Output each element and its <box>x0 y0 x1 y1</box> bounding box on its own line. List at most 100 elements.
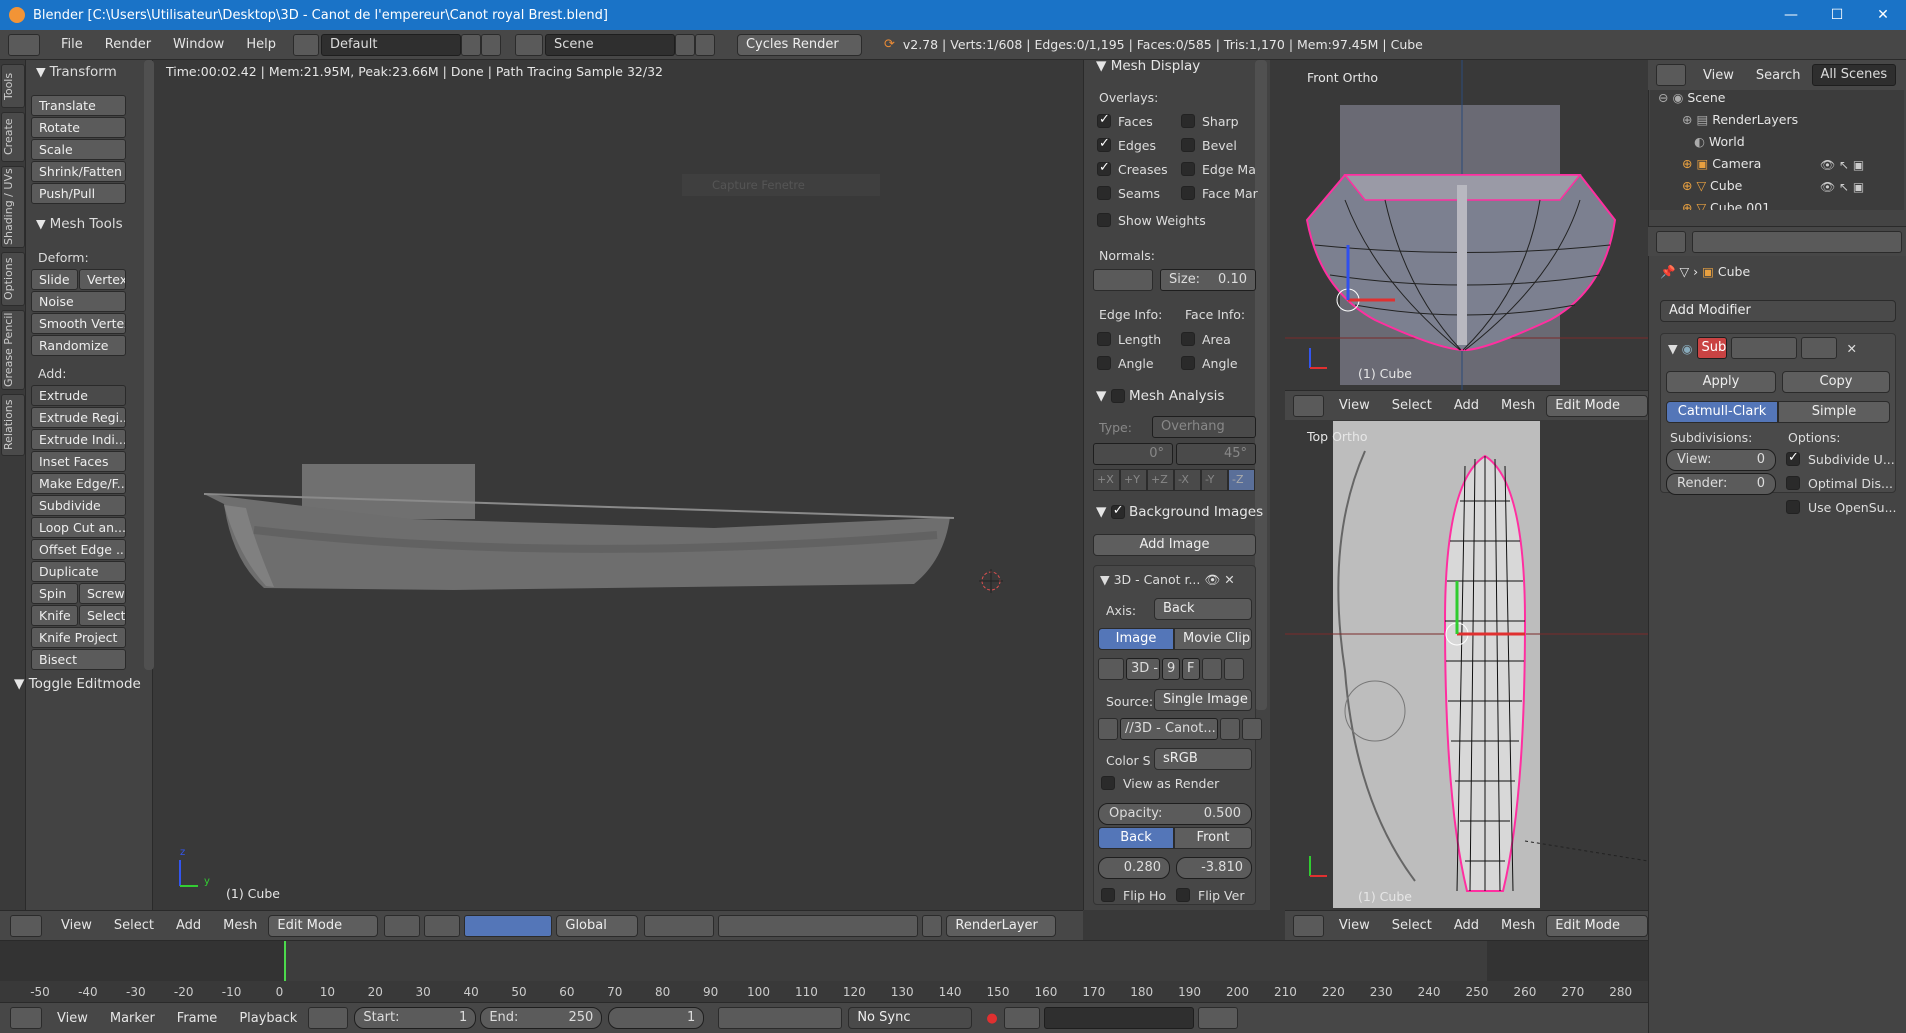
subdivide-button[interactable]: Subdivide <box>31 495 126 516</box>
front-ortho-viewport[interactable]: Front Ortho (1) Cube <box>1285 60 1648 390</box>
seams-checkbox[interactable] <box>1097 186 1111 200</box>
vertex-button[interactable]: Vertex <box>79 269 126 290</box>
image-browse-icon[interactable] <box>1098 658 1124 680</box>
add-scene-icon[interactable] <box>674 33 695 56</box>
layers-icon[interactable] <box>922 914 943 937</box>
timeline-menu-playback[interactable]: Playback <box>228 1011 308 1026</box>
shrink-fatten-button[interactable]: Shrink/Fatten <box>31 161 126 182</box>
add-image-button[interactable]: Add Image <box>1093 534 1256 556</box>
loop-cut-button[interactable]: Loop Cut an... <box>31 517 126 538</box>
source-select[interactable]: Single Image <box>1154 689 1252 711</box>
add-modifier-select[interactable]: Add Modifier <box>1660 300 1896 322</box>
top-menu-view[interactable]: View <box>1328 918 1381 933</box>
main-3d-viewport[interactable]: Time:00:02.42 | Mem:21.95M, Peak:23.66M … <box>154 60 1082 910</box>
minimize-icon[interactable]: — <box>1768 0 1814 30</box>
cube-visibility-icons[interactable]: 👁 ↖ ▣ <box>1820 180 1864 194</box>
end-frame-field[interactable]: End: 250 <box>480 1007 603 1029</box>
face-angle-checkbox[interactable] <box>1181 356 1195 370</box>
sync-select[interactable]: No Sync <box>848 1007 973 1029</box>
analysis-type-select[interactable]: Overhang <box>1152 416 1256 438</box>
top-editor-icon[interactable] <box>1293 914 1324 937</box>
menu-view[interactable]: View <box>50 918 103 933</box>
knife-project-button[interactable]: Knife Project <box>31 627 126 648</box>
mesh-display-head[interactable]: ▼ Mesh Display <box>1096 58 1200 74</box>
manipulator-icons[interactable] <box>464 914 553 937</box>
make-edge-face-button[interactable]: Make Edge/F... <box>31 473 126 494</box>
menu-render[interactable]: Render <box>94 37 162 52</box>
top-ortho-viewport[interactable]: Top Ortho (1) Cube <box>1285 421 1648 910</box>
range-lock-icons[interactable] <box>308 1007 349 1029</box>
folder-icon[interactable] <box>1220 718 1240 740</box>
offset-x-field[interactable]: 0.280 <box>1098 857 1170 879</box>
record-icon[interactable]: ● <box>986 1011 997 1026</box>
menu-select[interactable]: Select <box>103 918 165 933</box>
front-menu-mesh[interactable]: Mesh <box>1490 398 1546 413</box>
menu-window[interactable]: Window <box>162 37 235 52</box>
timeline[interactable]: -50 -40 -30 -20 -10 0 10 20 30 40 50 60 70 80 90 100 110… <box>0 940 1648 1002</box>
bevel-checkbox[interactable] <box>1181 138 1195 152</box>
extrude-individual-button[interactable]: Extrude Indi... <box>31 429 126 450</box>
copy-button[interactable]: Copy <box>1782 371 1890 393</box>
face-marks-checkbox[interactable] <box>1181 186 1195 200</box>
layout-field[interactable]: Default <box>320 33 461 56</box>
image-unlink-icon[interactable] <box>1224 658 1244 680</box>
outliner-display-select[interactable]: All Scenes <box>1811 64 1896 86</box>
pivot-icon[interactable] <box>424 914 461 937</box>
image-fake-user-field[interactable]: F <box>1182 658 1200 680</box>
current-frame-marker[interactable] <box>284 941 286 981</box>
tab-grease-pencil[interactable]: Grease Pencil <box>1 310 25 390</box>
top-menu-select[interactable]: Select <box>1381 918 1443 933</box>
mode-select[interactable]: Edit Mode <box>268 914 379 937</box>
menu-mesh[interactable]: Mesh <box>212 918 268 933</box>
render-engine-select[interactable]: Cycles Render <box>736 33 862 56</box>
collapse-icon[interactable]: ▼ <box>1668 341 1678 356</box>
properties-editor-icon[interactable] <box>1656 230 1686 253</box>
image-open-icon[interactable] <box>1202 658 1222 680</box>
image-name-field[interactable]: 3D - <box>1126 658 1160 680</box>
scene-icon[interactable] <box>514 33 543 56</box>
image-tab[interactable]: Image <box>1098 628 1174 650</box>
flip-horizontal-checkbox[interactable] <box>1101 888 1115 902</box>
spin-button[interactable]: Spin <box>31 583 78 604</box>
keying-icons[interactable] <box>1003 1007 1040 1029</box>
timeline-editor-icon[interactable] <box>10 1007 42 1029</box>
add-layout-icon[interactable] <box>460 33 481 56</box>
keyframe-insert-icons[interactable] <box>1197 1007 1238 1029</box>
properties-context-tabs[interactable] <box>1692 230 1902 253</box>
knife-button[interactable]: Knife <box>31 605 78 626</box>
noise-button[interactable]: Noise <box>31 291 126 312</box>
axis-pz-button[interactable]: +Z <box>1147 469 1174 491</box>
shelf-scrollbar[interactable] <box>144 60 154 670</box>
start-frame-field[interactable]: Start: 1 <box>354 1007 477 1029</box>
tab-tools[interactable]: Tools <box>1 64 25 108</box>
outliner-menu-view[interactable]: View <box>1692 68 1745 83</box>
timeline-menu-view[interactable]: View <box>46 1011 99 1026</box>
viewport-editor-icon[interactable] <box>10 914 42 937</box>
snap-proportional-icons[interactable] <box>718 914 919 937</box>
bisect-button[interactable]: Bisect <box>31 649 126 670</box>
flip-vertical-checkbox[interactable] <box>1176 888 1190 902</box>
optimal-display-checkbox[interactable] <box>1786 476 1800 490</box>
back-tab[interactable]: Back <box>1098 827 1174 849</box>
color-space-select[interactable]: sRGB <box>1154 748 1252 770</box>
menu-file[interactable]: File <box>50 37 94 52</box>
mesh-tools-panel-head[interactable]: ▼ Mesh Tools <box>36 216 123 232</box>
image-path-field[interactable]: //3D - Canot... <box>1120 718 1218 740</box>
keying-set-field[interactable] <box>1043 1007 1194 1029</box>
creases-checkbox[interactable] <box>1097 160 1111 176</box>
opacity-slider[interactable]: Opacity: 0.500 <box>1098 803 1252 825</box>
npanel-scrollbar[interactable] <box>1255 60 1267 710</box>
smooth-vertex-button[interactable]: Smooth Vertex <box>31 313 126 334</box>
show-weights-checkbox[interactable] <box>1097 213 1111 227</box>
offset-edge-button[interactable]: Offset Edge ... <box>31 539 126 560</box>
mesh-analysis-head[interactable]: ▼ Mesh Analysis <box>1096 388 1224 404</box>
timeline-menu-frame[interactable]: Frame <box>166 1011 229 1026</box>
shading-icon[interactable] <box>384 914 421 937</box>
transform-panel-head[interactable]: ▼ Transform <box>36 64 117 80</box>
view-levels-field[interactable]: View: 0 <box>1666 449 1776 471</box>
front-menu-view[interactable]: View <box>1328 398 1381 413</box>
inset-faces-button[interactable]: Inset Faces <box>31 451 126 472</box>
area-checkbox[interactable] <box>1181 332 1195 346</box>
top-mode-select[interactable]: Edit Mode <box>1546 914 1648 937</box>
modifier-name-field[interactable]: Sub <box>1696 337 1727 359</box>
